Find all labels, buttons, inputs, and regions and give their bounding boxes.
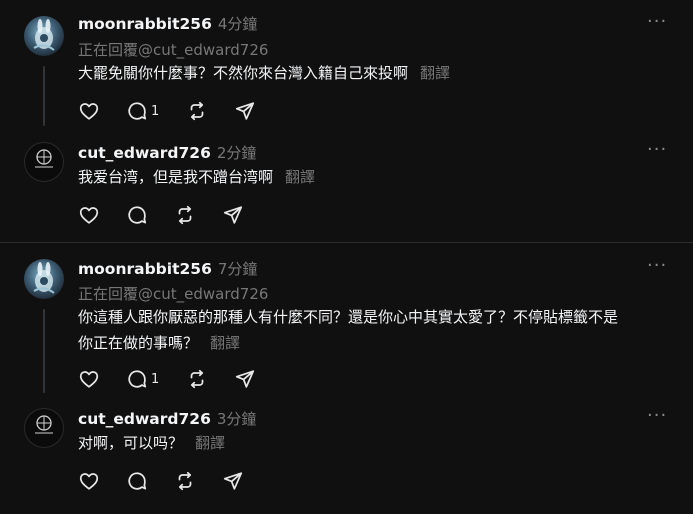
repost-icon: [178, 471, 192, 491]
author-line: moonrabbit256 4分鐘: [78, 13, 257, 34]
action-bar: [78, 204, 378, 228]
author-line: cut_edward726 3分鐘: [78, 408, 256, 429]
thread-1: moonrabbit256 4分鐘 正在回覆@cut_edward726 ··· …: [0, 0, 693, 242]
post-parent[interactable]: moonrabbit256 4分鐘 正在回覆@cut_edward726 ··· …: [0, 0, 693, 134]
avatar[interactable]: [24, 142, 64, 182]
comment-icon: [128, 370, 147, 388]
reply-button[interactable]: [126, 204, 148, 226]
username[interactable]: cut_edward726: [78, 144, 211, 162]
avatar-image: [35, 149, 53, 168]
post-text: 对啊，可以吗？ 翻譯: [78, 430, 678, 456]
heart-icon: [79, 473, 99, 490]
avatar-image: [35, 415, 53, 434]
author-line: cut_edward726 2分鐘: [78, 142, 256, 163]
repost-button[interactable]: [186, 368, 208, 390]
more-icon[interactable]: ···: [647, 141, 666, 164]
post-text-line-2: 你正在做的事嗎？: [78, 334, 199, 352]
avatar-image: [33, 262, 55, 294]
like-button[interactable]: [78, 100, 100, 122]
repost-button[interactable]: [174, 204, 196, 226]
post-text-line-1: 我爱台湾，但是我不蹭台湾啊: [78, 168, 274, 186]
share-button[interactable]: [222, 204, 244, 226]
translate-link[interactable]: 翻譯: [285, 168, 315, 186]
timestamp[interactable]: 7分鐘: [218, 260, 258, 278]
reply-count: 1: [151, 103, 160, 119]
timestamp[interactable]: 4分鐘: [218, 15, 258, 33]
post-parent[interactable]: moonrabbit256 7分鐘 正在回覆@cut_edward726 ··· …: [0, 243, 693, 398]
timestamp[interactable]: 3分鐘: [217, 410, 257, 428]
send-icon: [235, 370, 255, 388]
avatar[interactable]: [24, 408, 64, 448]
share-button[interactable]: [234, 368, 256, 390]
username[interactable]: moonrabbit256: [78, 260, 212, 278]
reply-button[interactable]: 1: [126, 368, 159, 390]
translate-link[interactable]: 翻譯: [210, 334, 240, 352]
reply-button[interactable]: 1: [126, 100, 159, 122]
post-reply[interactable]: cut_edward726 3分鐘 ··· 对啊，可以吗？ 翻譯: [0, 398, 693, 514]
send-icon: [223, 472, 243, 490]
send-icon: [223, 206, 243, 224]
more-icon[interactable]: ···: [647, 407, 666, 430]
comment-icon: [128, 206, 147, 224]
repost-icon: [178, 205, 192, 225]
like-button[interactable]: [78, 470, 100, 492]
replying-to[interactable]: 正在回覆@cut_edward726: [78, 39, 268, 60]
thread-2: moonrabbit256 7分鐘 正在回覆@cut_edward726 ··· …: [0, 243, 693, 514]
share-button[interactable]: [222, 470, 244, 492]
comment-icon: [128, 102, 147, 120]
repost-button[interactable]: [174, 470, 196, 492]
post-text-line-1: 大罷免關你什麼事？不然你來台灣入籍自己來投啊: [78, 64, 409, 82]
post-text: 大罷免關你什麼事？不然你來台灣入籍自己來投啊 翻譯: [78, 60, 678, 86]
reply-count: 1: [151, 371, 160, 387]
like-button[interactable]: [78, 368, 100, 390]
post-text-line-1: 对啊，可以吗？: [78, 434, 184, 452]
heart-icon: [79, 207, 99, 224]
repost-icon: [190, 369, 204, 389]
username[interactable]: moonrabbit256: [78, 15, 212, 33]
thread-connector: [43, 66, 45, 126]
like-button[interactable]: [78, 204, 100, 226]
post-text-line-1: 你這種人跟你厭惡的那種人有什麼不同？還是你心中其實太愛了？不停貼標籤不是: [78, 308, 619, 326]
more-icon[interactable]: ···: [647, 257, 666, 280]
replying-to[interactable]: 正在回覆@cut_edward726: [78, 283, 268, 304]
action-bar: 1: [78, 368, 378, 392]
send-icon: [235, 102, 255, 120]
translate-link[interactable]: 翻譯: [195, 434, 225, 452]
more-icon[interactable]: ···: [647, 13, 666, 36]
author-line: moonrabbit256 7分鐘: [78, 258, 257, 279]
post-reply[interactable]: cut_edward726 2分鐘 ··· 我爱台湾，但是我不蹭台湾啊 翻譯: [0, 134, 693, 242]
post-text: 我爱台湾，但是我不蹭台湾啊 翻譯: [78, 164, 678, 190]
action-bar: 1: [78, 100, 378, 124]
share-button[interactable]: [234, 100, 256, 122]
post-text: 你這種人跟你厭惡的那種人有什麼不同？還是你心中其實太愛了？不停貼標籤不是 你正在…: [78, 304, 678, 356]
repost-icon: [190, 101, 204, 121]
repost-button[interactable]: [186, 100, 208, 122]
action-bar: [78, 470, 378, 494]
avatar-image: [33, 19, 55, 51]
username[interactable]: cut_edward726: [78, 410, 211, 428]
translate-link[interactable]: 翻譯: [420, 64, 450, 82]
avatar[interactable]: [24, 16, 64, 56]
reply-button[interactable]: [126, 470, 148, 492]
avatar[interactable]: [24, 259, 64, 299]
timestamp[interactable]: 2分鐘: [217, 144, 257, 162]
heart-icon: [79, 371, 99, 388]
comment-icon: [128, 472, 147, 490]
thread-connector: [43, 309, 45, 393]
heart-icon: [79, 103, 99, 120]
